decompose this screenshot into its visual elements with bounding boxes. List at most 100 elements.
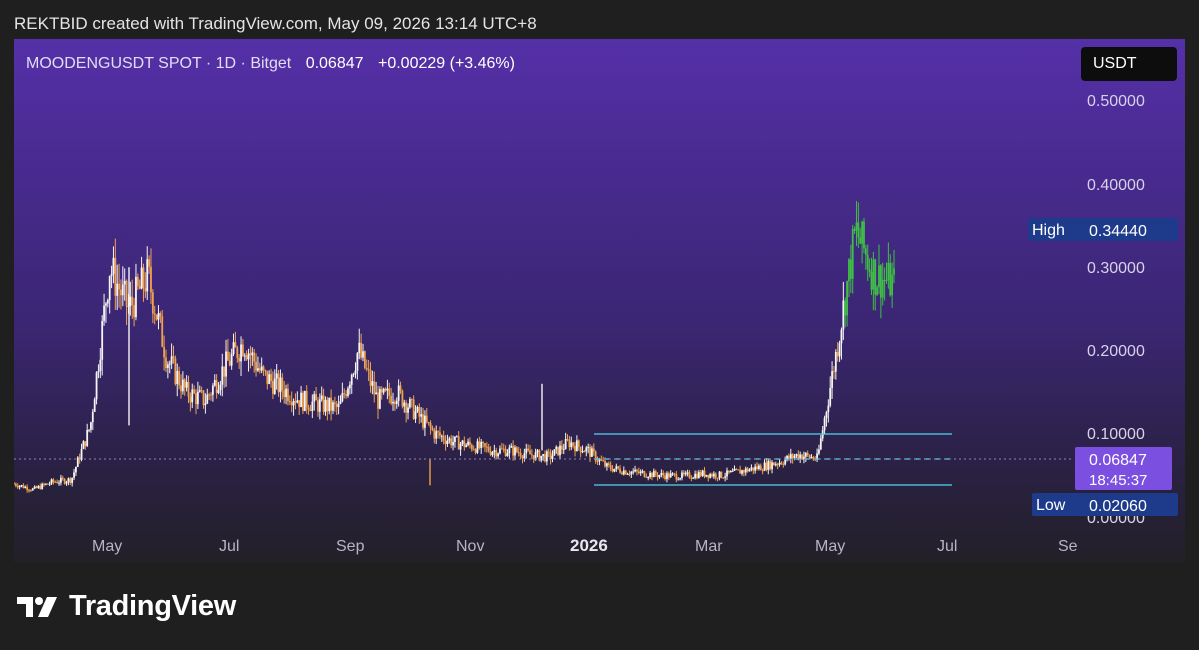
tradingview-logo: TradingView: [17, 590, 236, 623]
current-price-tag: 0.06847 18:45:37: [1075, 447, 1172, 490]
candle-body: [420, 414, 423, 417]
price-chart[interactable]: 0.50000 0.40000 0.30000 0.20000 0.10000 …: [14, 39, 1185, 562]
y-tick-label: 0.20000: [1087, 343, 1145, 360]
candle-body: [227, 351, 229, 361]
candle-body: [701, 470, 704, 476]
candle-body: [499, 448, 501, 454]
candle-body: [609, 465, 612, 470]
candle-body: [358, 342, 361, 354]
candle-body: [504, 448, 507, 457]
candle-body: [166, 364, 169, 369]
candle-body: [275, 373, 278, 379]
candle-body: [731, 470, 734, 472]
candle-body: [238, 358, 241, 362]
candle-body: [568, 439, 571, 448]
candle-body: [818, 449, 820, 454]
candle-body: [711, 474, 713, 477]
chart-area[interactable]: 0.50000 0.40000 0.30000 0.20000 0.10000 …: [14, 39, 1185, 562]
candle-body: [470, 444, 473, 450]
candle-body: [876, 287, 879, 295]
candle-body: [641, 471, 644, 473]
candle-body: [305, 390, 308, 408]
candle-body: [527, 448, 530, 451]
candle-body: [354, 370, 357, 374]
candle-body: [891, 274, 894, 296]
candle-body: [485, 446, 488, 448]
candle-body: [240, 344, 242, 362]
candle-body: [846, 281, 848, 316]
candle-body: [756, 466, 758, 469]
candle-body: [125, 280, 128, 307]
currency-button[interactable]: USDT: [1081, 47, 1177, 81]
candle-body: [557, 446, 560, 456]
candle-body: [654, 471, 657, 475]
candle-body: [716, 477, 719, 479]
candle-body: [294, 401, 297, 403]
candle-body: [356, 353, 359, 371]
candle-body: [440, 435, 443, 437]
candle-body: [22, 485, 25, 489]
candle-body: [84, 441, 87, 446]
candle-body: [551, 455, 554, 460]
candle-body: [621, 472, 623, 475]
candle-body: [427, 422, 430, 424]
candle-body: [577, 440, 580, 447]
candle-body: [727, 470, 730, 473]
candle-body: [129, 296, 132, 307]
candle-body: [774, 464, 777, 466]
candle-body: [405, 402, 408, 413]
candle-body: [519, 452, 522, 457]
candle-body: [506, 453, 509, 457]
candle-body: [780, 462, 783, 464]
candle-body: [652, 471, 655, 478]
candle-body: [120, 289, 122, 296]
candle-body: [360, 342, 363, 358]
candle-body: [544, 454, 546, 462]
candle-body: [211, 385, 214, 395]
candle-body: [362, 351, 364, 358]
candle-body: [343, 393, 346, 395]
candle-body: [675, 474, 678, 480]
candle-body: [889, 263, 892, 296]
candle-body: [793, 456, 796, 459]
candle-body: [375, 392, 378, 395]
candle-body: [611, 469, 614, 472]
candle-body: [579, 446, 582, 453]
x-axis: May Jul Sep Nov 2026 Mar May Jul Se: [92, 536, 1078, 555]
candle-body: [707, 474, 710, 478]
candle-body: [613, 468, 616, 472]
candle-body: [587, 446, 590, 448]
candle-body: [35, 486, 38, 488]
candle-body: [131, 296, 134, 306]
candle-body: [493, 450, 496, 453]
candle-body: [20, 485, 23, 487]
candle-body: [371, 381, 374, 386]
candle-body: [71, 477, 74, 483]
candle-body: [607, 463, 610, 466]
candle-body: [851, 229, 854, 279]
candle-body: [223, 366, 226, 377]
candle-body: [39, 486, 42, 490]
candle-body: [159, 313, 162, 317]
symbol-name: MOODENGUSDT SPOT · 1D · Bitget: [26, 55, 292, 72]
candle-body: [285, 388, 287, 398]
candle-body: [337, 403, 340, 408]
candle-body: [812, 457, 815, 460]
candle-body: [883, 279, 886, 281]
y-tick-label: 0.10000: [1087, 426, 1145, 443]
candle-body: [450, 438, 453, 446]
candle-body: [870, 271, 873, 290]
candle-body: [388, 388, 391, 396]
candle-body: [575, 440, 578, 452]
candle-body: [268, 374, 271, 384]
candle-body: [168, 363, 171, 365]
candle-body: [692, 477, 695, 479]
candle-body: [174, 358, 177, 385]
candle-body: [16, 485, 19, 488]
candle-body: [517, 452, 520, 454]
candle-body: [202, 390, 205, 406]
candle-body: [823, 418, 826, 431]
candle-body: [193, 389, 196, 394]
candle-body: [403, 402, 406, 407]
candle-body: [562, 449, 565, 451]
